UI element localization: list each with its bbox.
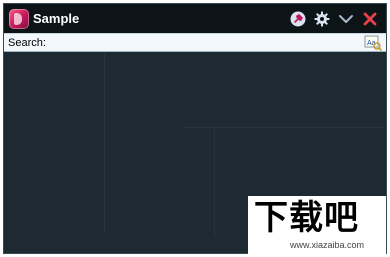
app-logo-icon xyxy=(9,9,29,29)
watermark-url: www.xiazaiba.com xyxy=(290,240,365,250)
search-bar: Search: Aa xyxy=(4,33,386,52)
pin-icon xyxy=(290,11,306,27)
layout-guide xyxy=(104,52,105,232)
layout-guide xyxy=(214,127,215,237)
watermark: 下载吧 www.xiazaiba.com xyxy=(248,196,386,254)
settings-button[interactable] xyxy=(314,11,330,27)
watermark-logo-text: 下载吧 xyxy=(254,198,359,238)
search-label: Search: xyxy=(8,37,46,49)
title-bar[interactable]: Sample xyxy=(4,4,386,33)
text-search-options-icon: Aa xyxy=(364,35,382,51)
close-icon xyxy=(363,12,377,26)
window-title: Sample xyxy=(33,11,80,26)
search-input[interactable] xyxy=(54,35,359,50)
close-button[interactable] xyxy=(362,11,378,27)
chevron-down-icon xyxy=(339,15,353,23)
pin-button[interactable] xyxy=(290,11,306,27)
gear-icon xyxy=(314,11,330,27)
search-options-button[interactable]: Aa xyxy=(364,35,382,51)
collapse-button[interactable] xyxy=(338,11,354,27)
